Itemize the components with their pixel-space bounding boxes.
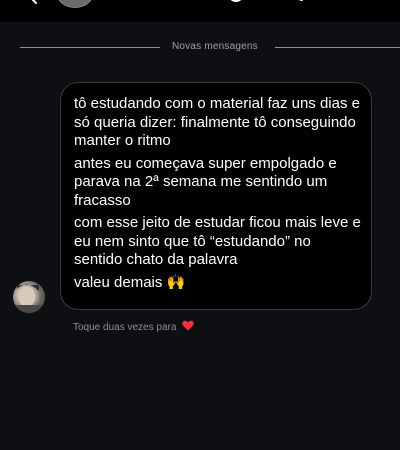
- contact-avatar[interactable]: [13, 281, 45, 313]
- divider-line-right: [275, 47, 400, 48]
- message-text: valeu demais 🙌: [74, 273, 186, 291]
- message-text: antes eu começava super empolgado e para…: [74, 154, 341, 209]
- header-avatar[interactable]: [56, 0, 94, 8]
- new-messages-divider: Novas mensagens: [20, 41, 400, 53]
- chat-header: [0, 0, 400, 22]
- heart-icon: [182, 320, 194, 331]
- reaction-hint-text: Toque duas vezes para: [73, 322, 177, 333]
- new-messages-label: Novas mensagens: [172, 41, 258, 52]
- phone-icon[interactable]: [226, 0, 246, 6]
- video-icon[interactable]: [288, 0, 308, 6]
- info-icon[interactable]: [337, 0, 357, 6]
- reaction-hint: Toque duas vezes para: [73, 320, 194, 334]
- chevron-left-icon[interactable]: [26, 0, 40, 4]
- avatar-photo: [13, 284, 45, 313]
- divider-line-left: [20, 47, 160, 48]
- message-text: com esse jeito de estudar ficou mais lev…: [74, 214, 365, 268]
- message-bubble[interactable]: tô estudando com o material faz uns dias…: [60, 82, 372, 310]
- message-text: tô estudando com o material faz uns dias…: [74, 95, 365, 149]
